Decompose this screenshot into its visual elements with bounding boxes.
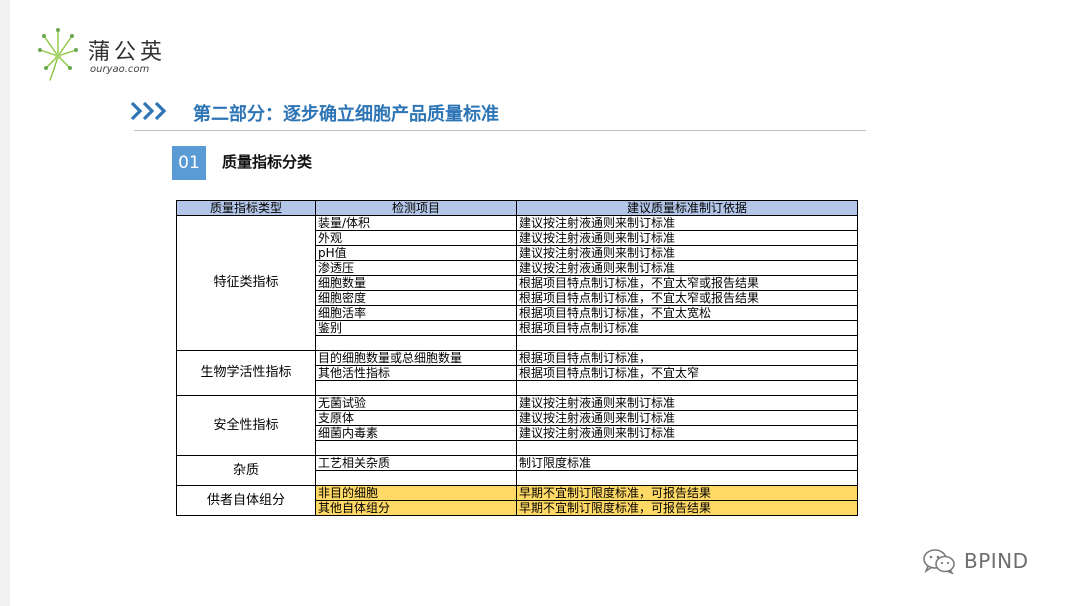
test-item-cell: 鉴别 (315, 320, 517, 336)
indicator-category-cell: 杂质 (176, 455, 316, 486)
test-item-cell: 细菌内毒素 (315, 425, 517, 441)
side-strip (0, 0, 10, 606)
standard-basis-cell: 建议按注射液通则来制订标准 (516, 245, 858, 261)
standard-basis-cell: 根据项目特点制订标准，不宜太窄或报告结果 (516, 275, 858, 291)
test-item-cell: 细胞密度 (315, 290, 517, 306)
brand-logo: 蒲公英 ouryao.com (36, 26, 186, 82)
standard-basis-cell: 早期不宜制订限度标准，可报告结果 (516, 485, 858, 501)
indicator-category-cell: 供者自体组分 (176, 485, 316, 516)
test-item-cell (315, 380, 517, 396)
test-item-cell: 非目的细胞 (315, 485, 517, 501)
quality-indicator-table: 质量指标类型 检测项目 建议质量标准制订依据 特征类指标 装量/体积 建议按注射液通… (176, 200, 858, 516)
test-item-cell: 支原体 (315, 410, 517, 426)
test-item-cell: 其他自体组分 (315, 500, 517, 516)
table-row: 特征类指标 装量/体积 建议按注射液通则来制订标准 (176, 215, 858, 351)
test-item-cell (315, 470, 517, 486)
section-title: 第二部分：逐步确立细胞产品质量标准 (193, 104, 499, 125)
triple-chevron-icon (130, 101, 167, 121)
table-row: 杂质 工艺相关杂质 制订限度标准 (176, 455, 858, 486)
indicator-category-cell: 生物学活性指标 (176, 350, 316, 396)
subsection-number-badge: 01 (172, 146, 206, 180)
watermark-text: BPIND (964, 549, 1029, 573)
table-header-cell: 检测项目 (315, 200, 517, 216)
standard-basis-cell: 根据项目特点制订标准，不宜太窄或报告结果 (516, 290, 858, 306)
standard-basis-cell: 根据项目特点制订标准 (516, 320, 858, 336)
logo-domain: ouryao.com (90, 64, 150, 75)
test-item-cell: pH值 (315, 245, 517, 261)
logo-chinese-name: 蒲公英 (88, 40, 167, 65)
test-item-cell: 目的细胞数量或总细胞数量 (315, 350, 517, 366)
test-item-cell: 其他活性指标 (315, 365, 517, 381)
standard-basis-cell: 制订限度标准 (516, 455, 858, 471)
standard-basis-cell: 建议按注射液通则来制订标准 (516, 425, 858, 441)
subsection-title: 质量指标分类 (222, 153, 313, 171)
watermark: BPIND (922, 547, 1062, 577)
standard-basis-cell (516, 440, 858, 456)
indicator-category-cell: 特征类指标 (176, 215, 316, 351)
section-divider (134, 130, 866, 131)
standard-basis-cell: 早期不宜制订限度标准，可报告结果 (516, 500, 858, 516)
standard-basis-cell: 建议按注射液通则来制订标准 (516, 230, 858, 246)
standard-basis-cell: 建议按注射液通则来制订标准 (516, 260, 858, 276)
indicator-category-cell: 安全性指标 (176, 395, 316, 456)
test-item-cell: 外观 (315, 230, 517, 246)
slide: 蒲公英 ouryao.com 第二部分：逐步确立细胞产品质量标准 01 质量指标… (0, 0, 1080, 606)
dandelion-logo-icon (38, 28, 78, 81)
table-header-cell: 质量指标类型 (176, 200, 316, 216)
standard-basis-cell: 建议按注射液通则来制订标准 (516, 395, 858, 411)
wechat-icon (923, 549, 955, 574)
test-item-cell: 装量/体积 (315, 215, 517, 231)
test-item-cell: 无菌试验 (315, 395, 517, 411)
table-header-cell: 建议质量标准制订依据 (516, 200, 858, 216)
test-item-cell (315, 440, 517, 456)
test-item-cell (315, 335, 517, 351)
standard-basis-cell: 根据项目特点制订标准，不宜太宽松 (516, 305, 858, 321)
table-row: 供者自体组分 非目的细胞 早期不宜制订限度标准，可报告结果 (176, 485, 858, 516)
standard-basis-cell: 建议按注射液通则来制订标准 (516, 410, 858, 426)
section-header: 第二部分：逐步确立细胞产品质量标准 (130, 96, 870, 126)
test-item-cell: 渗透压 (315, 260, 517, 276)
standard-basis-cell: 根据项目特点制订标准，不宜太窄 (516, 365, 858, 381)
standard-basis-cell: 建议按注射液通则来制订标准 (516, 215, 858, 231)
test-item-cell: 细胞数量 (315, 275, 517, 291)
table-row: 安全性指标 无菌试验 建议按注射液通则来制订标准 (176, 395, 858, 456)
table-header-row: 质量指标类型 检测项目 建议质量标准制订依据 (176, 200, 858, 216)
test-item-cell: 细胞活率 (315, 305, 517, 321)
standard-basis-cell (516, 380, 858, 396)
standard-basis-cell (516, 470, 858, 486)
test-item-cell: 工艺相关杂质 (315, 455, 517, 471)
standard-basis-cell (516, 335, 858, 351)
table-row: 生物学活性指标 目的细胞数量或总细胞数量 根据项目特点制订标准， (176, 350, 858, 396)
standard-basis-cell: 根据项目特点制订标准， (516, 350, 858, 366)
